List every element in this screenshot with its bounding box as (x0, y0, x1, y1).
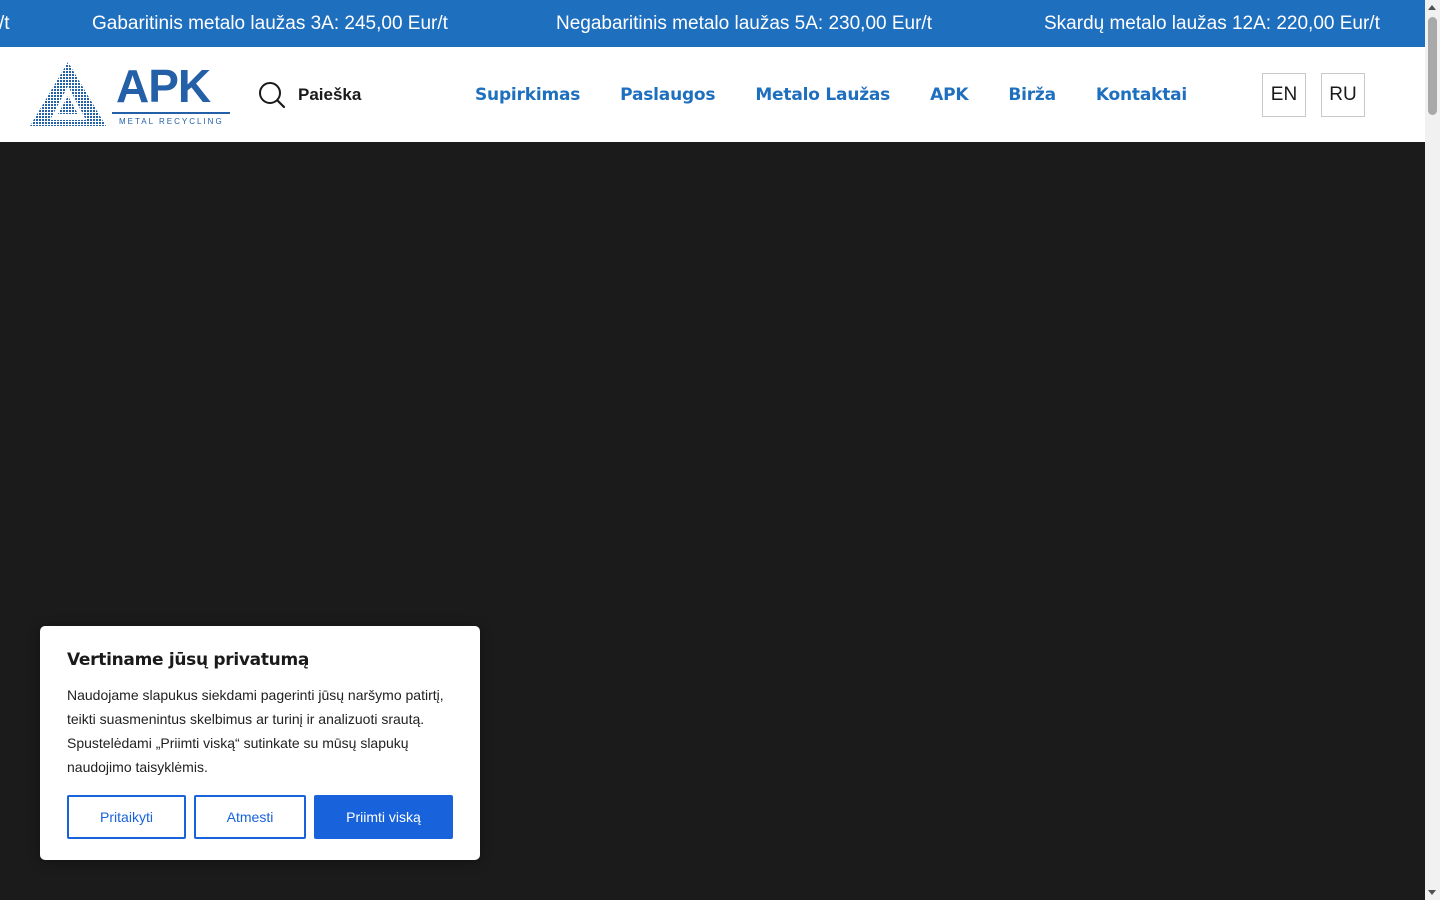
ticker-item: Gabaritinis metalo laužas 3A: 245,00 Eur… (92, 13, 448, 34)
customize-button[interactable]: Pritaikyti (67, 795, 186, 839)
logo-divider (112, 112, 230, 114)
logo-wordmark: APK (116, 60, 211, 112)
price-ticker: /t Gabaritinis metalo laužas 3A: 245,00 … (0, 0, 1425, 47)
nav-item-supirkimas[interactable]: Supirkimas (475, 82, 580, 108)
cookie-title: Vertiname jūsų privatumą (67, 650, 310, 670)
triangle-logo-icon (30, 62, 106, 126)
language-en-button[interactable]: EN (1262, 73, 1306, 117)
cookie-description: Naudojame slapukus siekdami pagerinti jū… (67, 687, 444, 775)
language-ru-button[interactable]: RU (1321, 73, 1365, 117)
nav-item-apk[interactable]: APK (930, 82, 968, 108)
logo[interactable]: APK METAL RECYCLING (30, 60, 232, 128)
nav-item-paslaugos[interactable]: Paslaugos (620, 82, 715, 108)
logo-subtitle: METAL RECYCLING (119, 117, 224, 126)
search-icon (259, 82, 286, 109)
ticker-item: Skardų metalo laužas 12A: 220,00 Eur/t (1044, 13, 1380, 34)
cookie-consent-dialog: Vertiname jūsų privatumą Naudojame slapu… (40, 626, 480, 860)
scroll-up-icon[interactable] (1428, 5, 1436, 10)
accept-all-button[interactable]: Priimti viską (314, 795, 453, 839)
scrollbar-thumb[interactable] (1428, 17, 1437, 115)
reject-button[interactable]: Atmesti (194, 795, 306, 839)
site-header: APK METAL RECYCLING Paieška Supirkimas P… (0, 47, 1425, 142)
main-nav: Supirkimas Paslaugos Metalo Laužas APK B… (475, 82, 1187, 108)
search-label: Paieška (298, 85, 362, 104)
ticker-item: Negabaritinis metalo laužas 5A: 230,00 E… (556, 13, 932, 34)
scroll-down-icon[interactable] (1428, 890, 1436, 895)
nav-item-kontaktai[interactable]: Kontaktai (1096, 82, 1187, 108)
nav-item-metalo-lauzas[interactable]: Metalo Laužas (755, 82, 890, 108)
ticker-item: /t (0, 13, 10, 34)
nav-item-birza[interactable]: Birža (1008, 82, 1056, 108)
scrollbar[interactable] (1425, 0, 1440, 900)
search-button[interactable]: Paieška (258, 80, 361, 110)
page: /t Gabaritinis metalo laužas 3A: 245,00 … (0, 0, 1425, 900)
